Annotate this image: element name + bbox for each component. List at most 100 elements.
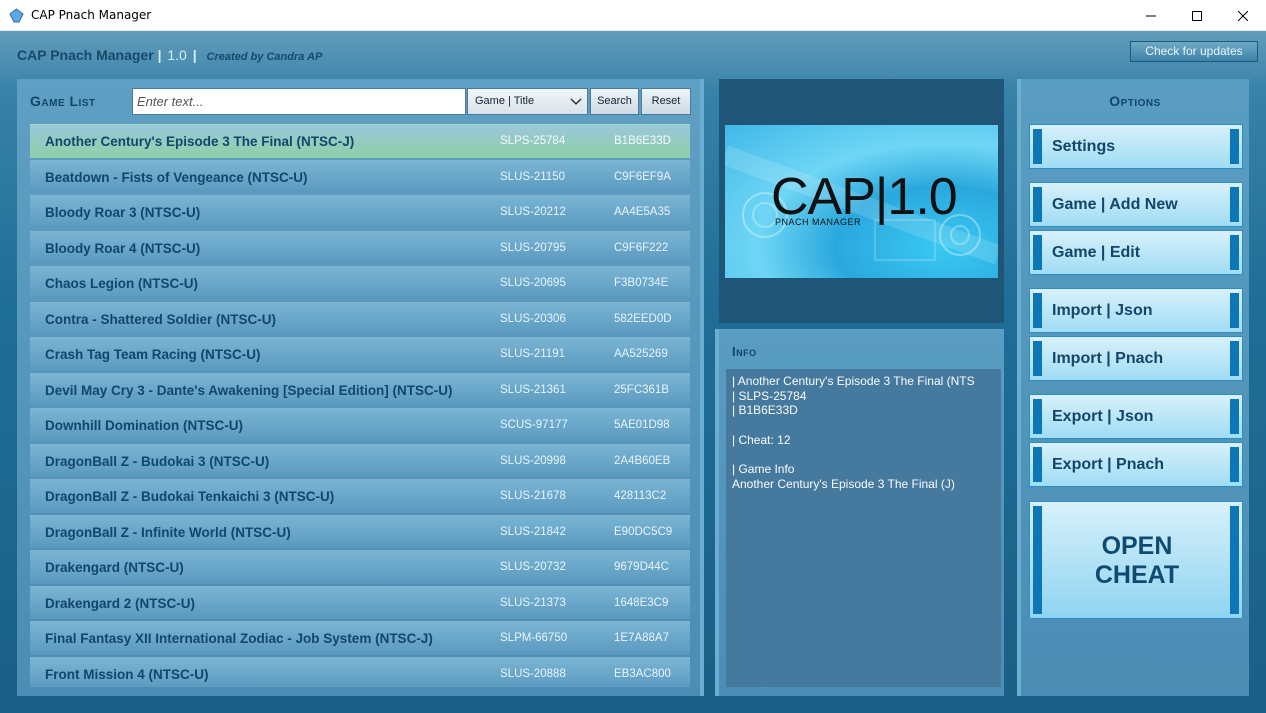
game-serial: SLUS-20732	[500, 561, 566, 573]
game-crc: 2A4B60EB	[614, 454, 671, 467]
game-row[interactable]: Downhill Domination (NTSC-U) SCUS-97177 5A…	[30, 408, 690, 442]
open-cheat-label: OPEN CHEAT	[1094, 532, 1180, 589]
maximize-button[interactable]	[1174, 0, 1220, 31]
game-crc: B1B6E33D	[614, 135, 671, 147]
minimize-icon	[1146, 15, 1156, 16]
game-crc: E90DC5C9	[614, 525, 673, 538]
game-row[interactable]: Final Fantasy XII International Zodiac -…	[30, 621, 690, 655]
game-name: DragonBall Z - Budokai 3 (NTSC-U)	[45, 453, 270, 469]
close-icon	[1238, 10, 1248, 21]
import-pnach-label: Import | Pnach	[1052, 350, 1164, 367]
search-filter-value: Game | Title	[475, 95, 535, 107]
game-name: Bloody Roar 4 (NTSC-U)	[45, 240, 201, 256]
game-serial: SLUS-20212	[500, 206, 566, 218]
game-name: Beatdown - Fists of Vengeance (NTSC-U)	[45, 169, 308, 185]
game-row[interactable]: Drakengard 2 (NTSC-U) SLUS-21373 1648E3C9	[30, 585, 690, 619]
game-crc: 1648E3C9	[614, 596, 669, 609]
game-serial: SLUS-21678	[500, 490, 566, 502]
game-serial: SLUS-20998	[500, 454, 566, 467]
game-edit-button[interactable]: Game | Edit	[1029, 230, 1243, 275]
game-name: Another Century's Episode 3 The Final (N…	[45, 134, 355, 149]
header-separator: |	[157, 47, 162, 63]
app-header: CAP Pnach Manager | 1.0 | Created by Can…	[17, 47, 322, 63]
game-row[interactable]: Bloody Roar 4 (NTSC-U) SLUS-20795 C9F6F222	[30, 230, 690, 264]
import-json-button[interactable]: Import | Json	[1029, 288, 1243, 333]
game-name: Front Mission 4 (NTSC-U)	[45, 666, 209, 682]
minimize-button[interactable]	[1128, 0, 1174, 31]
game-serial: SLUS-21361	[500, 383, 566, 396]
banner-panel: CAP|1.0 PNACH MANAGER	[719, 79, 1004, 323]
export-json-label: Export | Json	[1052, 408, 1154, 425]
game-name: Crash Tag Team Racing (NTSC-U)	[45, 347, 261, 362]
game-serial: SCUS-97177	[500, 419, 568, 431]
game-crc: 582EED0D	[614, 312, 672, 325]
game-name: Final Fantasy XII International Zodiac -…	[45, 631, 433, 646]
reset-button[interactable]: Reset	[641, 88, 691, 115]
game-row[interactable]: Front Mission 4 (NTSC-U) SLUS-20888 EB3AC8…	[30, 656, 690, 687]
game-serial: SLUS-20306	[500, 312, 566, 325]
game-row[interactable]: Crash Tag Team Racing (NTSC-U) SLUS-21191…	[30, 337, 690, 371]
game-crc: 9679D44C	[614, 561, 669, 573]
game-crc: AA525269	[614, 348, 668, 360]
game-row[interactable]: Another Century's Episode 3 The Final (N…	[30, 124, 690, 158]
options-panel: Options Settings Game | Add New Game | E…	[1017, 79, 1249, 696]
info-text: | Another Century's Episode 3 The Final …	[732, 374, 975, 491]
game-list-title: Game List	[30, 93, 96, 109]
game-name: Drakengard 2 (NTSC-U)	[45, 595, 196, 611]
game-row[interactable]: Bloody Roar 3 (NTSC-U) SLUS-20212 AA4E5A35	[30, 195, 690, 229]
game-serial: SLUS-21842	[500, 525, 566, 538]
options-title: Options	[1109, 93, 1161, 109]
game-crc: 5AE01D98	[614, 419, 670, 431]
maximize-icon	[1192, 10, 1202, 21]
game-serial: SLUS-21191	[500, 348, 565, 360]
game-serial: SLPM-66750	[500, 632, 568, 644]
game-name: Devil May Cry 3 - Dante's Awakening [Spe…	[45, 382, 453, 398]
chevron-down-icon	[570, 97, 582, 109]
open-cheat-button[interactable]: OPEN CHEAT	[1029, 501, 1243, 619]
header-separator-2: |	[192, 47, 197, 63]
game-add-new-button[interactable]: Game | Add New	[1029, 182, 1243, 227]
game-row[interactable]: DragonBall Z - Infinite World (NTSC-U) SL…	[30, 514, 690, 548]
game-list: Another Century's Episode 3 The Final (N…	[30, 124, 690, 687]
import-pnach-button[interactable]: Import | Pnach	[1029, 336, 1243, 381]
game-name: Downhill Domination (NTSC-U)	[45, 418, 243, 433]
game-crc: 25FC361B	[614, 383, 669, 396]
game-serial: SLUS-21373	[500, 596, 566, 609]
close-button[interactable]	[1220, 0, 1266, 31]
game-crc: F3B0734E	[614, 277, 669, 289]
game-row[interactable]: DragonBall Z - Budokai 3 (NTSC-U) SLUS-20…	[30, 443, 690, 477]
import-json-label: Import | Json	[1052, 302, 1153, 319]
game-crc: 1E7A88A7	[614, 632, 669, 644]
settings-label: Settings	[1052, 138, 1116, 155]
check-updates-button[interactable]: Check for updates	[1130, 41, 1258, 62]
banner-subtitle: PNACH MANAGER	[775, 217, 862, 227]
app-version: 1.0	[167, 47, 187, 63]
game-serial: SLUS-20695	[500, 277, 566, 289]
game-row[interactable]: DragonBall Z - Budokai Tenkaichi 3 (NTSC…	[30, 479, 690, 513]
export-pnach-label: Export | Pnach	[1052, 456, 1165, 473]
settings-button[interactable]: Settings	[1029, 124, 1243, 169]
info-panel: Info | Another Century's Episode 3 The F…	[715, 329, 1004, 696]
game-crc: AA4E5A35	[614, 206, 671, 218]
game-row[interactable]: Devil May Cry 3 - Dante's Awakening [Spe…	[30, 372, 690, 406]
game-row[interactable]: Chaos Legion (NTSC-U) SLUS-20695 F3B0734E	[30, 266, 690, 300]
export-json-button[interactable]: Export | Json	[1029, 394, 1243, 439]
game-row[interactable]: Drakengard (NTSC-U) SLUS-20732 9679D44C	[30, 550, 690, 584]
game-serial: SLPS-25784	[500, 135, 566, 147]
export-pnach-button[interactable]: Export | Pnach	[1029, 442, 1243, 487]
app-cap-icon	[9, 8, 24, 23]
search-filter-select[interactable]: Game | Title	[467, 88, 588, 115]
game-row[interactable]: Contra - Shattered Soldier (NTSC-U) SLUS-…	[30, 301, 690, 335]
info-textbox[interactable]: | Another Century's Episode 3 The Final …	[726, 369, 1001, 687]
game-crc: EB3AC800	[614, 667, 671, 680]
game-name: Chaos Legion (NTSC-U)	[45, 276, 198, 291]
game-serial: SLUS-20888	[500, 667, 566, 680]
game-edit-label: Game | Edit	[1052, 244, 1141, 261]
game-name: DragonBall Z - Infinite World (NTSC-U)	[45, 524, 291, 540]
search-input[interactable]	[132, 88, 466, 115]
search-button[interactable]: Search	[590, 88, 639, 115]
game-name: Bloody Roar 3 (NTSC-U)	[45, 205, 201, 220]
game-add-new-label: Game | Add New	[1052, 196, 1178, 213]
window-titlebar: CAP Pnach Manager	[0, 0, 1266, 31]
game-row[interactable]: Beatdown - Fists of Vengeance (NTSC-U) SL…	[30, 159, 690, 193]
